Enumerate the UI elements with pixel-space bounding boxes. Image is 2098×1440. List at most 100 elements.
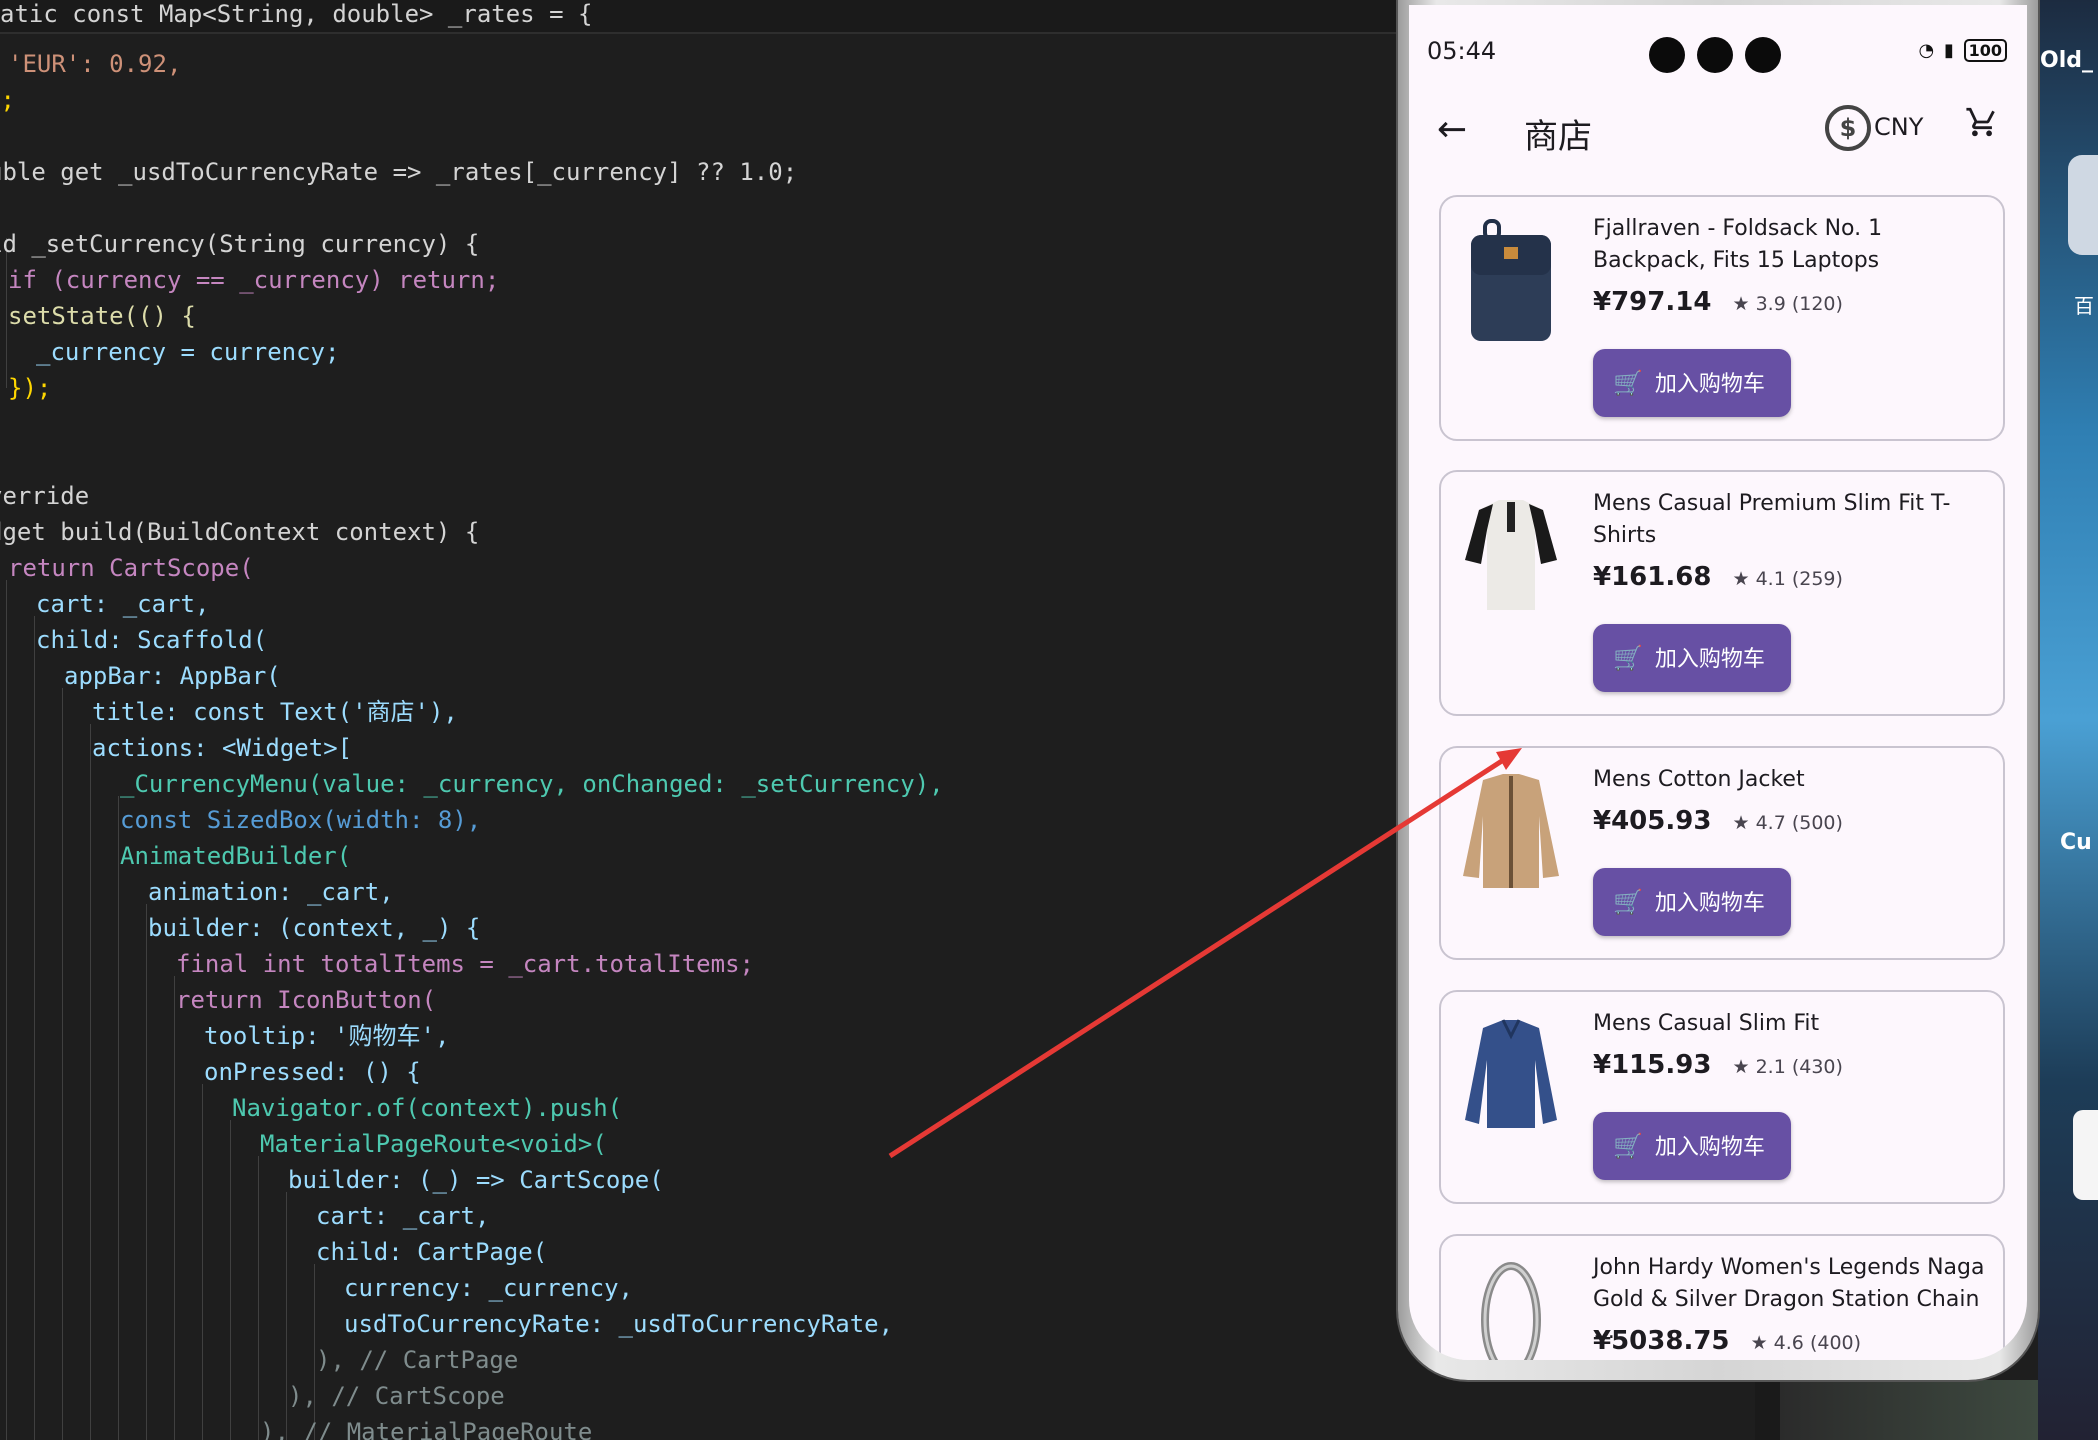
rating-value: 3.9	[1755, 293, 1786, 315]
rating-value: 4.6	[1773, 1332, 1804, 1354]
code-line: appBar: AppBar(	[64, 662, 281, 690]
code-line: MaterialPageRoute<void>(	[260, 1130, 607, 1158]
product-price-row: ¥797.14 ★ 3.9 (120)	[1593, 287, 1843, 317]
add-to-cart-button[interactable]: 🛒 加入购物车	[1593, 868, 1791, 936]
arrow-back-icon[interactable]: ←	[1437, 109, 1467, 150]
code-line: ), // CartScope	[288, 1382, 505, 1410]
currency-exchange-icon[interactable]: $	[1825, 105, 1871, 151]
indent-guide	[146, 904, 147, 1440]
phone-screen[interactable]: 05:44 ◔ ▮ 100 ← 商店 $ CNY Fjallraven - Fo…	[1409, 5, 2027, 1360]
battery-icon: 100	[1963, 39, 2007, 62]
indent-guide	[6, 580, 7, 1440]
code-line: animation: _cart,	[148, 878, 394, 906]
add-to-cart-button[interactable]: 🛒 加入购物车	[1593, 1112, 1791, 1180]
add-to-cart-button[interactable]: 🛒 加入购物车	[1593, 349, 1791, 417]
desktop-background	[1780, 1380, 2038, 1440]
code-line: });	[8, 374, 52, 402]
signal-icon: ▮	[1943, 40, 1954, 61]
rating-count: (500)	[1791, 812, 1843, 834]
status-icons: ◔ ▮ 100	[1915, 39, 2007, 62]
product-name: Mens Casual Premium Slim Fit T-Shirts	[1593, 491, 1951, 548]
add-shopping-cart-icon: 🛒	[1613, 644, 1643, 672]
code-line: atic const Map<String, double> _rates = …	[0, 0, 593, 28]
tshirt-image	[1465, 500, 1557, 610]
currency-menu-button[interactable]: CNY	[1874, 113, 1923, 141]
wifi-icon: ◔	[1918, 40, 1935, 61]
product-card[interactable]: Fjallraven - Foldsack No. 1 Backpack, Fi…	[1439, 195, 2005, 441]
code-line: dget build(BuildContext context) {	[0, 518, 480, 546]
indent-guide	[62, 688, 63, 1440]
code-line: usdToCurrencyRate: _usdToCurrencyRate,	[344, 1310, 894, 1338]
desktop-item-label[interactable]: Cu	[2060, 830, 2092, 855]
desktop-app-icon[interactable]	[2068, 155, 2098, 255]
product-price-row: ¥405.93 ★ 4.7 (500)	[1593, 806, 1843, 836]
shopping-cart-icon[interactable]	[1965, 105, 1999, 148]
product-price-row: ¥115.93 ★ 2.1 (430)	[1593, 1050, 1843, 1080]
star-icon: ★	[1732, 293, 1750, 315]
product-card[interactable]: Mens Casual Premium Slim Fit T-Shirts ¥1…	[1439, 470, 2005, 716]
indent-guide	[174, 976, 175, 1440]
code-line: setState(() {	[8, 302, 196, 330]
product-name: Mens Casual Slim Fit	[1593, 1011, 1820, 1036]
page-title: 商店	[1524, 117, 1592, 157]
code-line: _CurrencyMenu(value: _currency, onChange…	[120, 770, 944, 798]
desktop-item-label[interactable]: Old_	[2040, 48, 2093, 73]
desktop-app-icon[interactable]	[2073, 1110, 2098, 1200]
rating-count: (259)	[1791, 568, 1843, 590]
code-line: onPressed: () {	[204, 1058, 421, 1086]
rating-count: (400)	[1809, 1332, 1862, 1354]
longsleeve-image	[1465, 1019, 1557, 1128]
code-line: child: CartPage(	[316, 1238, 548, 1266]
status-time: 05:44	[1427, 37, 1497, 65]
product-card[interactable]: John Hardy Women's Legends Naga Gold & S…	[1439, 1234, 2005, 1360]
status-bar: 05:44 ◔ ▮ 100	[1409, 5, 2027, 95]
button-label: 加入购物车	[1654, 372, 1765, 397]
product-price: ¥797.14	[1593, 287, 1712, 317]
code-line: cart: _cart,	[36, 590, 210, 618]
star-icon: ★	[1732, 568, 1750, 590]
product-price: ¥161.68	[1593, 562, 1712, 592]
code-line: AnimatedBuilder(	[120, 842, 352, 870]
indent-guide	[230, 1120, 231, 1440]
product-card[interactable]: Mens Cotton Jacket ¥405.93 ★ 4.7 (500) 🛒…	[1439, 746, 2005, 960]
code-line: currency: _currency,	[344, 1274, 633, 1302]
code-line: _currency = currency;	[36, 338, 340, 366]
product-rating: ★ 4.1 (259)	[1732, 568, 1842, 590]
product-rating: ★ 3.9 (120)	[1732, 293, 1842, 315]
bracelet-image	[1481, 1262, 1541, 1360]
camera-cutout	[1697, 37, 1733, 73]
code-line: cart: _cart,	[316, 1202, 490, 1230]
code-line: return CartScope(	[8, 554, 254, 582]
code-line: ), // CartPage	[316, 1346, 519, 1374]
indent-guide	[118, 796, 119, 1440]
button-label: 加入购物车	[1654, 647, 1765, 672]
product-price: ¥5038.75	[1593, 1326, 1730, 1356]
button-label: 加入购物车	[1654, 891, 1765, 916]
indent-guide	[90, 724, 91, 1440]
product-rating: ★ 2.1 (430)	[1732, 1056, 1842, 1078]
product-price-row: ¥5038.75 ★ 4.6 (400)	[1593, 1326, 1861, 1356]
code-line: title: const Text('商店'),	[92, 698, 458, 726]
camera-cutout	[1745, 37, 1781, 73]
indent-guide	[34, 616, 35, 1440]
code-line: final int totalItems = _cart.totalItems;	[176, 950, 754, 978]
code-line: if (currency == _currency) return;	[8, 266, 500, 294]
rating-value: 4.7	[1755, 812, 1786, 834]
code-line: const SizedBox(width: 8),	[120, 806, 482, 834]
add-shopping-cart-icon: 🛒	[1613, 888, 1643, 916]
indent-guide	[286, 1192, 287, 1440]
add-to-cart-button[interactable]: 🛒 加入购物车	[1593, 624, 1791, 692]
indent-guide	[202, 1084, 203, 1440]
code-line: 'EUR': 0.92,	[8, 50, 182, 78]
add-shopping-cart-icon: 🛒	[1613, 1132, 1643, 1160]
indent-guide	[258, 1156, 259, 1440]
product-card[interactable]: Mens Casual Slim Fit ¥115.93 ★ 2.1 (430)…	[1439, 990, 2005, 1204]
star-icon: ★	[1732, 812, 1750, 834]
button-label: 加入购物车	[1654, 1135, 1765, 1160]
jacket-image	[1463, 774, 1559, 888]
backpack-image	[1471, 219, 1551, 341]
rating-value: 4.1	[1755, 568, 1786, 590]
camera-cutout	[1649, 37, 1685, 73]
product-price-row: ¥161.68 ★ 4.1 (259)	[1593, 562, 1843, 592]
code-line: tooltip: '购物车',	[204, 1022, 450, 1050]
